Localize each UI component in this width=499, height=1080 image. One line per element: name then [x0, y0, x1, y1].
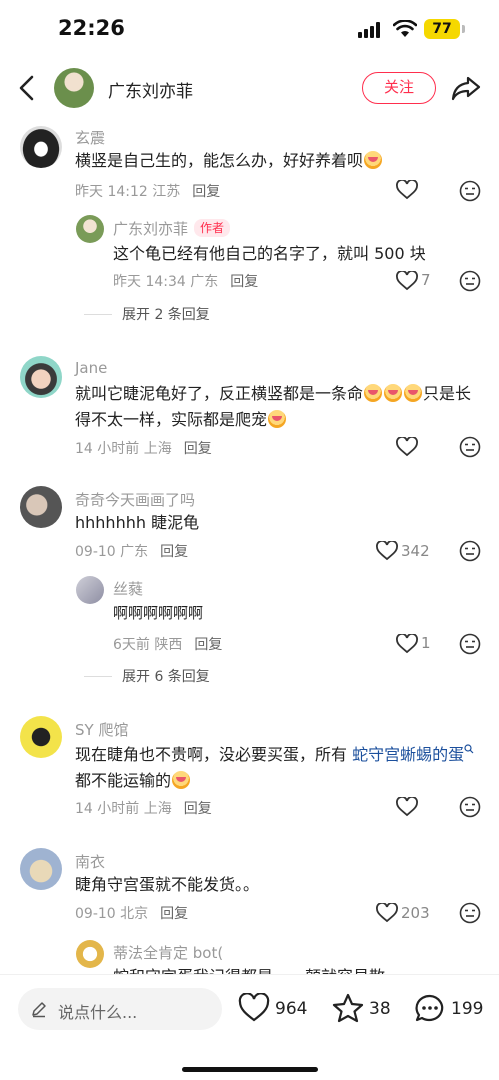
- comment-input[interactable]: 说点什么...: [18, 988, 222, 1030]
- comment-count: 199: [451, 999, 484, 1019]
- status-time: 22:26: [58, 16, 125, 40]
- crying-emoji-icon: [364, 384, 383, 402]
- topic-link[interactable]: 蛇守宫蜥蜴的蛋: [352, 745, 464, 764]
- battery-tip: [462, 25, 465, 33]
- home-indicator[interactable]: [182, 1067, 318, 1072]
- dislike-face-icon[interactable]: [459, 270, 481, 292]
- author-badge: 作者: [194, 219, 231, 237]
- comment-meta: 昨天 14:12 江苏 回复: [75, 184, 221, 200]
- like-heart-icon[interactable]: [396, 797, 418, 817]
- like-heart-icon[interactable]: [396, 634, 418, 654]
- crying-emoji-icon: [172, 771, 191, 789]
- comment-text: 睫角守宫蛋就不能发货。。: [75, 875, 260, 894]
- crying-emoji-icon: [384, 384, 403, 402]
- follow-button[interactable]: 关注: [362, 72, 436, 104]
- star-count: 38: [369, 999, 391, 1019]
- comment-text: 就叫它睫泥龟好了，反正横竖都是一条命 只是长 得不太一样，实际都是爬宠: [75, 384, 472, 429]
- comment-author[interactable]: Jane: [75, 359, 107, 377]
- note-header: 广东刘亦菲 关注: [0, 58, 499, 118]
- author-name[interactable]: 广东刘亦菲: [108, 77, 193, 102]
- comment-text: 啊啊啊啊啊啊: [113, 604, 204, 622]
- like-count: 1: [421, 634, 431, 652]
- comment-text: hhhhhhh 睫泥龟: [75, 513, 200, 532]
- like-heart-icon[interactable]: [238, 993, 270, 1023]
- reply-button[interactable]: 回复: [184, 441, 212, 457]
- search-icon[interactable]: [464, 744, 474, 754]
- like-heart-icon[interactable]: [376, 903, 398, 923]
- dislike-face-icon[interactable]: [459, 902, 481, 924]
- comment-meta: 14 小时前 上海 回复: [75, 441, 212, 457]
- back-arrow-icon[interactable]: [16, 75, 40, 101]
- dislike-face-icon[interactable]: [459, 796, 481, 818]
- comment-list[interactable]: 玄震 横竖是自己生的，能怎么办，好好养着呗 昨天 14:12 江苏 回复 广东刘亦…: [0, 118, 499, 974]
- reply-button[interactable]: 回复: [184, 801, 212, 817]
- comment-text: 现在睫角也不贵啊，没必要买蛋，所有 蛇守宫蜥蜴的蛋 都不能运输的: [75, 742, 490, 794]
- like-heart-icon[interactable]: [396, 271, 418, 291]
- signal-icon: [358, 22, 382, 38]
- commenter-avatar[interactable]: [20, 126, 62, 168]
- expand-replies-button[interactable]: 展开 6 条回复: [84, 666, 210, 686]
- wifi-icon: [393, 20, 417, 37]
- like-heart-icon[interactable]: [376, 541, 398, 561]
- crying-emoji-icon: [364, 151, 383, 169]
- like-heart-icon[interactable]: [396, 180, 418, 200]
- reply-button[interactable]: 回复: [160, 906, 188, 922]
- reply-button[interactable]: 回复: [160, 544, 188, 560]
- like-count: 342: [401, 542, 430, 560]
- dislike-face-icon[interactable]: [459, 436, 481, 458]
- commenter-avatar[interactable]: [20, 716, 62, 758]
- status-bar: 22:26 77: [0, 0, 499, 58]
- commenter-avatar[interactable]: [20, 486, 62, 528]
- bottom-action-bar: 说点什么... 964 38 199: [0, 974, 499, 1080]
- reply-button[interactable]: 回复: [192, 184, 220, 200]
- comment-meta: 6天前 陕西 回复: [113, 637, 223, 653]
- comment-author[interactable]: 丝蕤: [113, 578, 143, 599]
- crying-emoji-icon: [404, 384, 423, 402]
- commenter-avatar[interactable]: [20, 848, 62, 890]
- like-count: 7: [421, 271, 431, 289]
- like-count: 964: [275, 999, 308, 1019]
- comment-author[interactable]: 广东刘亦菲 作者: [113, 218, 231, 239]
- comment-text: 这个龟已经有他自己的名字了，就叫 500 块: [113, 244, 426, 263]
- battery-icon: 77: [424, 19, 460, 39]
- comment-author[interactable]: 蒂法全肯定 bot(: [113, 942, 223, 963]
- reply-button[interactable]: 回复: [230, 274, 258, 290]
- comment-bubble-icon[interactable]: [414, 993, 446, 1023]
- commenter-avatar[interactable]: [20, 356, 62, 398]
- comment-author[interactable]: 奇奇今天画画了吗: [75, 489, 195, 510]
- dislike-face-icon[interactable]: [459, 540, 481, 562]
- comment-text: 蛇和守宫蛋我记得都是，一颠就容易散: [113, 964, 385, 974]
- comment-author[interactable]: 玄震: [75, 127, 105, 148]
- comment-author[interactable]: 南衣: [75, 851, 105, 872]
- crying-emoji-icon: [268, 410, 287, 428]
- pen-icon: [32, 1002, 46, 1018]
- commenter-avatar[interactable]: [76, 576, 104, 604]
- commenter-avatar[interactable]: [76, 940, 104, 968]
- like-heart-icon[interactable]: [396, 437, 418, 457]
- comment-input-placeholder: 说点什么...: [58, 1003, 138, 1022]
- comment-meta: 14 小时前 上海 回复: [75, 801, 212, 817]
- dislike-face-icon[interactable]: [459, 633, 481, 655]
- share-icon[interactable]: [451, 75, 481, 101]
- author-avatar[interactable]: [54, 68, 94, 108]
- comment-meta: 09-10 广东 回复: [75, 544, 189, 560]
- like-count: 203: [401, 904, 430, 922]
- comment-meta: 昨天 14:34 广东 回复: [113, 274, 259, 290]
- expand-replies-button[interactable]: 展开 2 条回复: [84, 304, 210, 324]
- star-icon[interactable]: [332, 993, 364, 1023]
- reply-button[interactable]: 回复: [194, 637, 222, 653]
- comment-meta: 09-10 北京 回复: [75, 906, 189, 922]
- comment-text: 横竖是自己生的，能怎么办，好好养着呗: [75, 148, 383, 174]
- commenter-avatar[interactable]: [76, 215, 104, 243]
- comment-author[interactable]: SY 爬馆: [75, 719, 128, 740]
- dislike-face-icon[interactable]: [459, 180, 481, 202]
